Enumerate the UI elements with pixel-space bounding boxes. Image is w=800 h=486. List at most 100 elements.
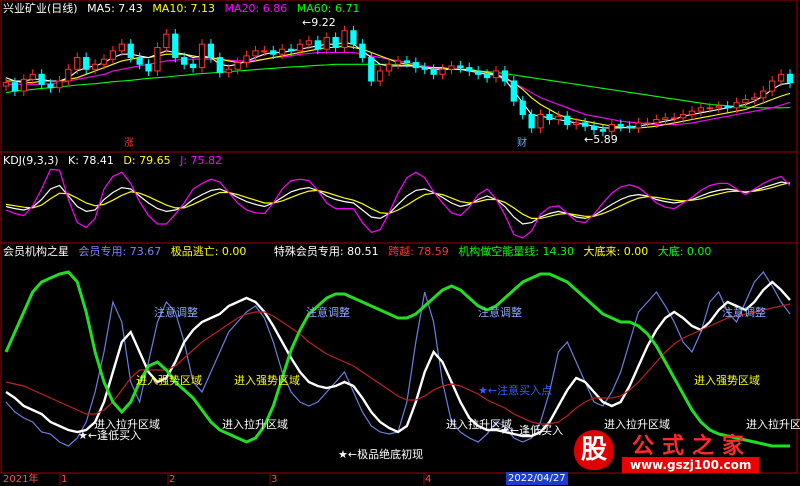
candle-body[interactable] xyxy=(65,68,72,82)
candle-body[interactable] xyxy=(430,68,437,75)
candle-body[interactable] xyxy=(323,36,330,50)
candle-body[interactable] xyxy=(145,63,152,72)
candle-body[interactable] xyxy=(243,55,250,64)
candle-body[interactable] xyxy=(412,62,419,69)
candle-body[interactable] xyxy=(421,67,428,70)
candle-body[interactable] xyxy=(74,57,81,70)
candle-body[interactable] xyxy=(555,115,562,121)
candle-body[interactable] xyxy=(207,43,215,59)
watermark-url: www.gszj100.com xyxy=(622,457,760,473)
candle-body[interactable] xyxy=(332,36,339,49)
candle-body[interactable] xyxy=(466,67,473,72)
candle-body[interactable] xyxy=(475,70,482,75)
candle-body[interactable] xyxy=(626,125,633,129)
candle-body[interactable] xyxy=(225,68,232,74)
candle-body[interactable] xyxy=(537,114,544,129)
candle-body[interactable] xyxy=(189,63,197,69)
candle-body[interactable] xyxy=(573,122,580,126)
candle-body[interactable] xyxy=(154,47,161,72)
candle-body[interactable] xyxy=(296,43,304,52)
candle-body[interactable] xyxy=(403,60,411,64)
candle-body[interactable] xyxy=(136,57,143,65)
candle-body[interactable] xyxy=(198,43,206,69)
candle-body[interactable] xyxy=(20,78,27,92)
candle-body[interactable] xyxy=(608,124,615,132)
watermark: 股 公式之家 www.gszj100.com xyxy=(574,428,784,474)
candle-body[interactable] xyxy=(109,50,117,60)
candle-body[interactable] xyxy=(394,60,402,65)
series-line-0 xyxy=(5,181,791,225)
candle-body[interactable] xyxy=(457,65,464,69)
candle-body[interactable] xyxy=(350,30,357,45)
candle-body[interactable] xyxy=(83,57,90,70)
candle-body[interactable] xyxy=(314,40,321,50)
candle-body[interactable] xyxy=(181,57,188,65)
candle-body[interactable] xyxy=(368,57,375,82)
candle-body[interactable] xyxy=(100,58,108,65)
candle-body[interactable] xyxy=(590,125,598,131)
candle-body[interactable] xyxy=(261,50,268,53)
candle-body[interactable] xyxy=(341,30,348,48)
candle-body[interactable] xyxy=(172,33,179,59)
candle-body[interactable] xyxy=(38,73,45,85)
candle-body[interactable] xyxy=(234,62,241,70)
candle-body[interactable] xyxy=(653,119,660,124)
candle-body[interactable] xyxy=(127,43,134,59)
candle-body[interactable] xyxy=(510,80,517,102)
candle-body[interactable] xyxy=(733,102,740,109)
candle-body[interactable] xyxy=(483,73,491,79)
candle-body[interactable] xyxy=(671,117,678,120)
candle-body[interactable] xyxy=(448,65,455,70)
candle-body[interactable] xyxy=(644,122,651,125)
candle-body[interactable] xyxy=(501,70,509,82)
candle-body[interactable] xyxy=(564,115,571,126)
candle-body[interactable] xyxy=(581,122,589,127)
candle-body[interactable] xyxy=(377,70,384,82)
price-panel-header: 兴业矿业(日线) MA5: 7.43 MA10: 7.13 MA20: 6.86… xyxy=(3,2,365,15)
candle-body[interactable] xyxy=(305,40,313,45)
candle-body[interactable] xyxy=(777,73,785,82)
candle-body[interactable] xyxy=(688,110,696,116)
candle-body[interactable] xyxy=(2,82,10,87)
candle-body[interactable] xyxy=(56,80,63,89)
candle-body[interactable] xyxy=(359,43,366,59)
kdj-j-label: J: 75.82 xyxy=(180,154,223,167)
candle-body[interactable] xyxy=(91,63,99,70)
candle-body[interactable] xyxy=(697,107,705,112)
candle-body[interactable] xyxy=(270,50,277,55)
candle-body[interactable] xyxy=(617,124,624,127)
candle-body[interactable] xyxy=(216,57,223,74)
candle-body[interactable] xyxy=(786,73,794,84)
candle-body[interactable] xyxy=(599,129,607,132)
candle-body[interactable] xyxy=(385,63,393,72)
candle-body[interactable] xyxy=(439,68,446,75)
candle-body[interactable] xyxy=(546,114,553,121)
candle-body[interactable] xyxy=(118,43,125,52)
candle-body[interactable] xyxy=(635,122,642,129)
candle-body[interactable] xyxy=(528,114,535,129)
candle-body[interactable] xyxy=(706,107,713,110)
candle-body[interactable] xyxy=(47,83,54,89)
candle-body[interactable] xyxy=(29,73,36,80)
member-title: 会员机构之星 xyxy=(3,245,69,258)
candle-body[interactable] xyxy=(252,50,259,57)
candle-body[interactable] xyxy=(519,100,526,115)
member-val-5: 大底来: 0.00 xyxy=(583,245,649,258)
kdj-d-label: D: 79.65 xyxy=(123,154,171,167)
member-val-6: 大底: 0.00 xyxy=(657,245,712,258)
candle-body[interactable] xyxy=(760,90,767,99)
candle-body[interactable] xyxy=(751,97,758,100)
candle-body[interactable] xyxy=(724,105,731,109)
price-ma-lines xyxy=(5,41,791,129)
candle-body[interactable] xyxy=(11,82,19,92)
candle-body[interactable] xyxy=(492,70,500,79)
candle-body[interactable] xyxy=(163,33,170,48)
candle-body[interactable] xyxy=(662,117,669,121)
candle-body[interactable] xyxy=(279,48,286,55)
candle-body[interactable] xyxy=(715,105,722,109)
candle-body[interactable] xyxy=(769,80,776,92)
xaxis-label-3: 3 xyxy=(271,474,278,485)
candle-body[interactable] xyxy=(287,48,295,52)
candle-body[interactable] xyxy=(742,98,749,104)
candle-body[interactable] xyxy=(679,114,687,119)
